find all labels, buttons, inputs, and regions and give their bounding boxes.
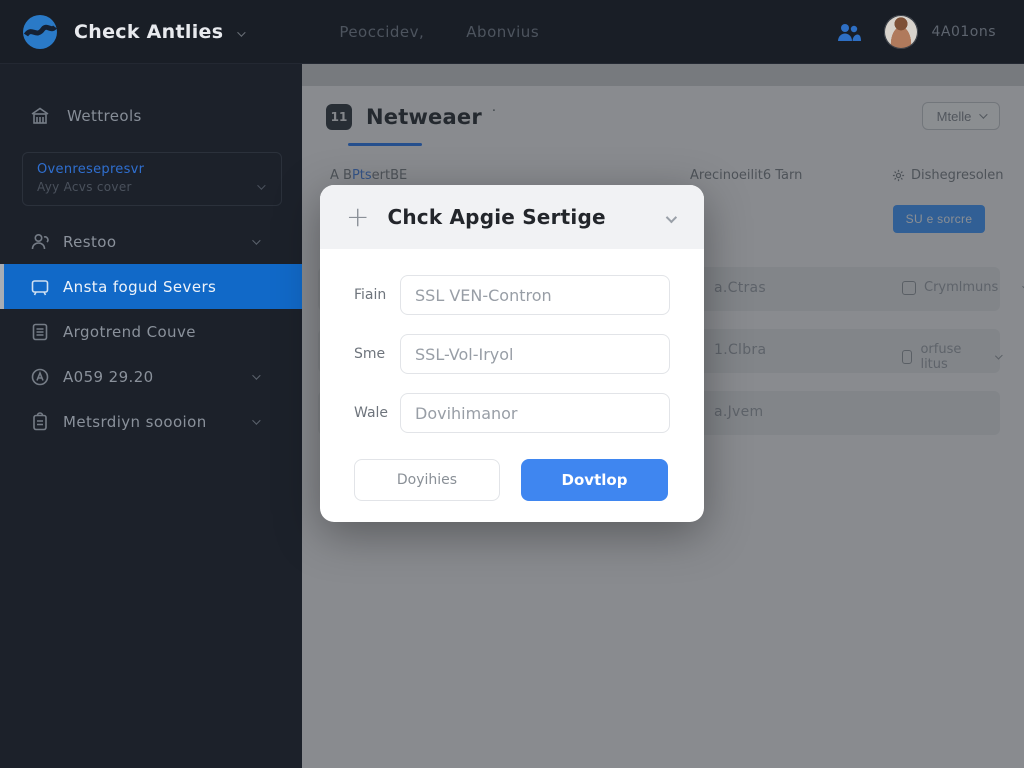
modal-header: + Chck Apgie Sertige bbox=[320, 185, 704, 249]
modal-body: Fiain Sme Wale Doyihies Dovtlop bbox=[320, 249, 704, 501]
sidebar-item-restoo[interactable]: Restoo bbox=[0, 219, 302, 264]
sidebar-item-argotrend-couve[interactable]: Argotrend Couve bbox=[0, 309, 302, 354]
brand-chevron-icon[interactable] bbox=[237, 22, 243, 41]
project-selector-subtitle: Ayy Acvs cover bbox=[37, 180, 267, 194]
modal-dialog: + Chck Apgie Sertige Fiain Sme Wale Doyi… bbox=[320, 185, 704, 522]
sidebar-item-label: Ansta fogud Severs bbox=[63, 278, 216, 296]
user-icon bbox=[30, 232, 50, 252]
team-icon[interactable] bbox=[836, 19, 862, 45]
project-selector-title: Ovenresepresvr bbox=[37, 162, 267, 177]
field-input-1[interactable] bbox=[400, 275, 670, 315]
sidebar-menu: Restoo Ansta fogud Severs Argotrend Couv… bbox=[0, 219, 302, 444]
user-avatar[interactable] bbox=[884, 15, 918, 49]
field-input-2[interactable] bbox=[400, 334, 670, 374]
cancel-button[interactable]: Doyihies bbox=[354, 459, 500, 501]
field-label: Wale bbox=[354, 405, 400, 421]
chevron-down-icon bbox=[252, 371, 260, 379]
sidebar-item-label: Wettreols bbox=[67, 107, 142, 125]
chevron-down-icon bbox=[252, 416, 260, 424]
plus-icon[interactable]: + bbox=[346, 203, 369, 231]
sidebar-item-label: Argotrend Couve bbox=[63, 323, 196, 341]
form-field: Fiain bbox=[354, 275, 670, 315]
monitor-icon bbox=[30, 277, 50, 297]
sidebar-item-label: Restoo bbox=[63, 233, 116, 251]
brand-title: Check Antlies bbox=[74, 21, 223, 43]
top-navigation: Peoccidev, Abonvius bbox=[339, 23, 539, 41]
clipboard-icon bbox=[30, 412, 50, 432]
app-screen: Check Antlies Peoccidev, Abonvius 4A01on… bbox=[0, 0, 1024, 768]
sidebar-item-label: Metsrdiyn soooion bbox=[63, 413, 207, 431]
field-label: Fiain bbox=[354, 287, 400, 303]
chevron-down-icon[interactable] bbox=[666, 208, 674, 227]
field-input-3[interactable] bbox=[400, 393, 670, 433]
nav-item-peoccidev[interactable]: Peoccidev, bbox=[339, 23, 424, 41]
user-name: 4A01ons bbox=[931, 24, 996, 40]
document-icon bbox=[30, 322, 50, 342]
field-label: Sme bbox=[354, 346, 400, 362]
chevron-down-icon bbox=[257, 175, 263, 194]
chevron-down-icon bbox=[252, 236, 260, 244]
sidebar-item-metsrdiyn[interactable]: Metsrdiyn soooion bbox=[0, 399, 302, 444]
modal-title: Chck Apgie Sertige bbox=[387, 205, 666, 229]
sidebar-item-a059[interactable]: A059 29.20 bbox=[0, 354, 302, 399]
brand-logo-icon bbox=[22, 14, 58, 50]
topbar: Check Antlies Peoccidev, Abonvius 4A01on… bbox=[0, 0, 1024, 64]
project-selector[interactable]: Ovenresepresvr Ayy Acvs cover bbox=[22, 152, 282, 206]
home-icon bbox=[30, 106, 50, 126]
form-field: Wale bbox=[354, 393, 670, 433]
submit-button[interactable]: Dovtlop bbox=[521, 459, 668, 501]
nav-item-abonvius[interactable]: Abonvius bbox=[466, 23, 539, 41]
sidebar-item-label: A059 29.20 bbox=[63, 368, 154, 386]
topbar-right: 4A01ons bbox=[836, 15, 996, 49]
sidebar: Wettreols Ovenresepresvr Ayy Acvs cover … bbox=[0, 64, 302, 768]
badge-icon bbox=[30, 367, 50, 387]
sidebar-item-wettreols[interactable]: Wettreols bbox=[0, 94, 302, 138]
sidebar-item-ansta-fogud-severs[interactable]: Ansta fogud Severs bbox=[0, 264, 302, 309]
modal-actions: Doyihies Dovtlop bbox=[354, 459, 670, 501]
form-field: Sme bbox=[354, 334, 670, 374]
